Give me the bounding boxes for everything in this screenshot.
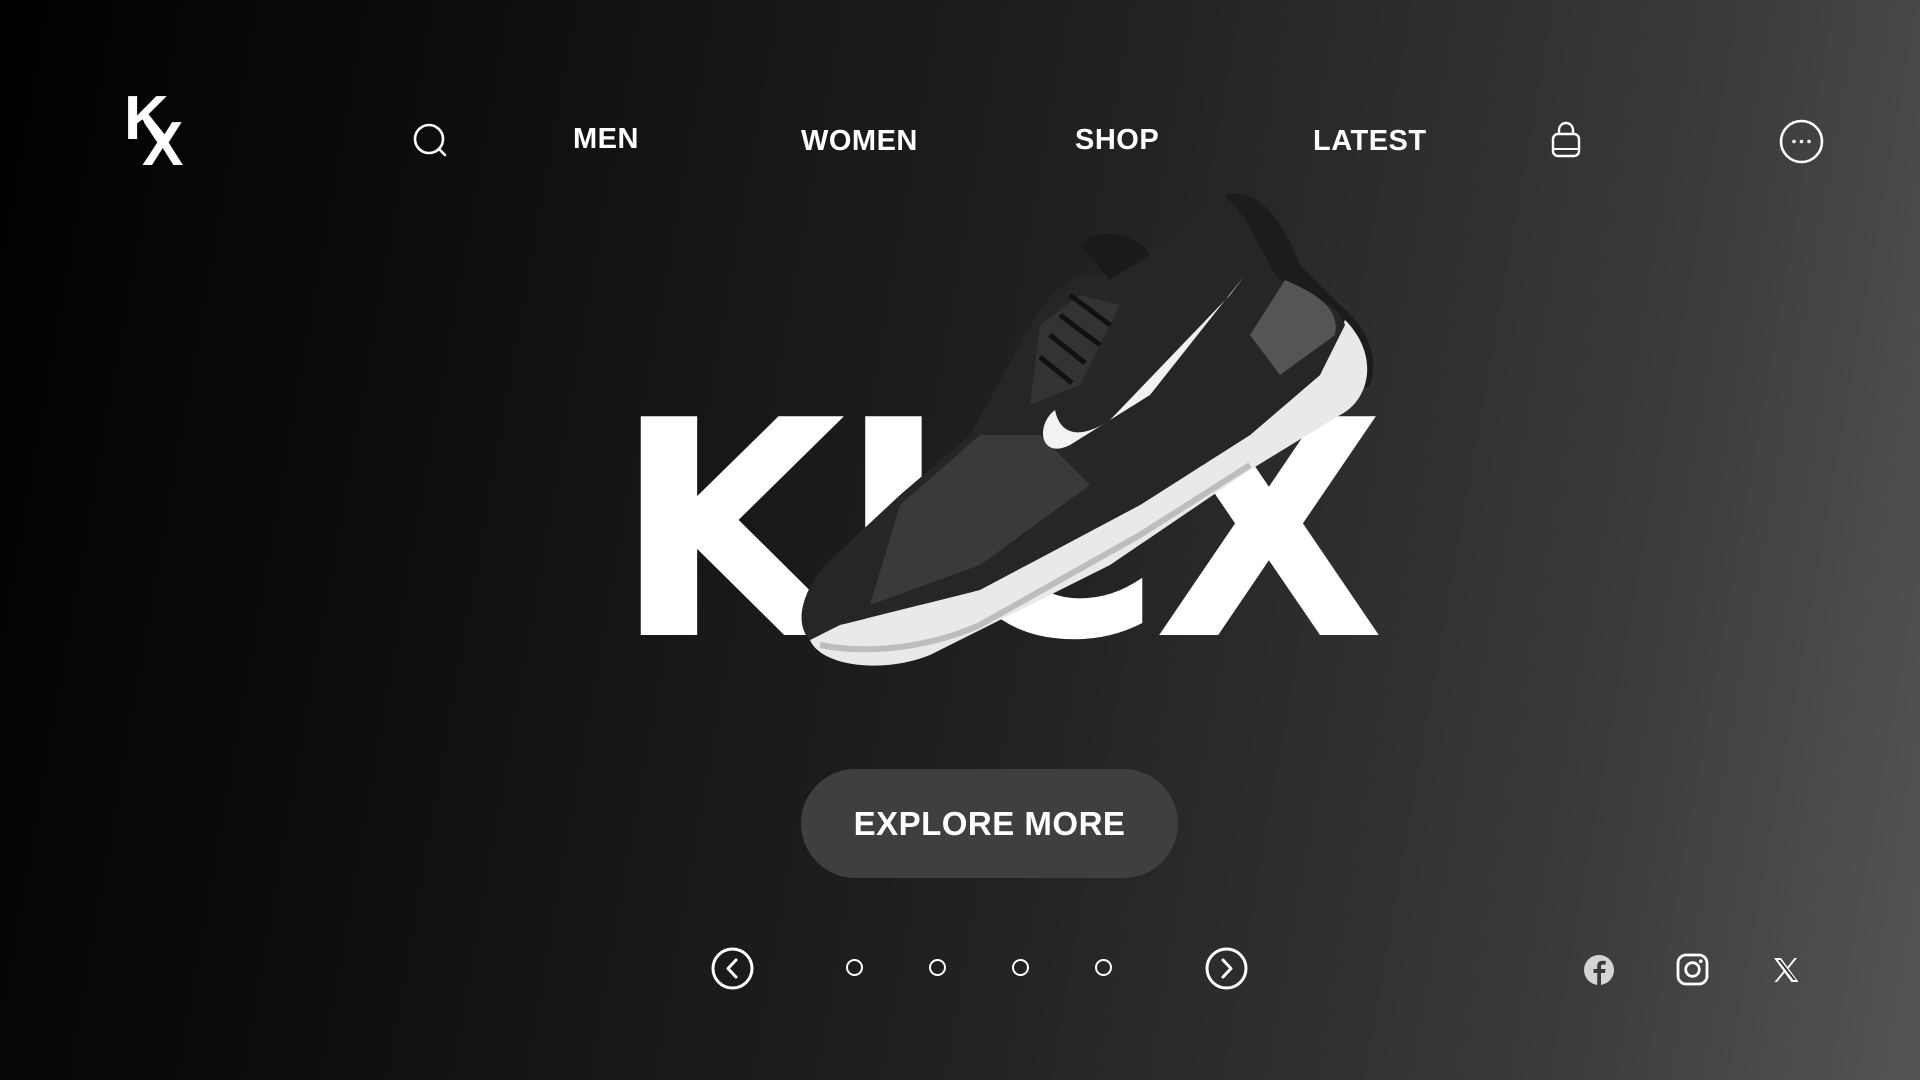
explore-more-button[interactable]: EXPLORE MORE	[801, 769, 1178, 878]
nav-men[interactable]: MEN	[573, 121, 639, 157]
nav-women[interactable]: WOMEN	[801, 123, 918, 159]
search-icon[interactable]	[410, 120, 450, 160]
instagram-icon[interactable]	[1676, 953, 1709, 986]
x-twitter-icon[interactable]	[1771, 955, 1801, 985]
carousel-dot-2[interactable]	[929, 959, 946, 976]
logo-letter-x: X	[142, 110, 184, 179]
brand-logo[interactable]: K X	[124, 88, 204, 178]
chevron-right-icon[interactable]	[1205, 947, 1248, 990]
carousel-dot-1[interactable]	[846, 959, 863, 976]
chevron-left-icon[interactable]	[711, 947, 754, 990]
carousel-dot-3[interactable]	[1012, 959, 1029, 976]
carousel-dot-4[interactable]	[1095, 959, 1112, 976]
running-sneaker-image	[801, 193, 1374, 666]
facebook-icon[interactable]	[1583, 954, 1615, 986]
nav-shop[interactable]: SHOP	[1075, 122, 1159, 158]
nav-latest[interactable]: LATEST	[1313, 123, 1427, 159]
shopping-bag-icon[interactable]	[1548, 120, 1584, 160]
landing-page: K X MEN WOMEN SHOP LATEST KICX	[0, 0, 1920, 1080]
more-options-icon[interactable]	[1779, 119, 1824, 164]
